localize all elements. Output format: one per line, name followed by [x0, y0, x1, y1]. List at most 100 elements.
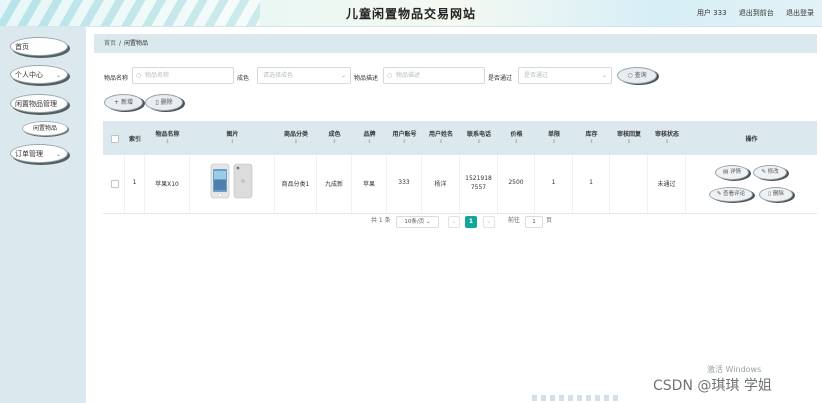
- col-header-limit[interactable]: 单限 ⇕: [535, 121, 573, 155]
- sidebar-item-label: 首页: [15, 43, 29, 51]
- logout-link[interactable]: 退出登录: [786, 9, 814, 17]
- col-header-brand[interactable]: 品牌 ⇕: [352, 121, 387, 155]
- sidebar-item-personal-center[interactable]: 个人中心 ⌄: [10, 65, 68, 84]
- sidebar-item-idle-goods-management[interactable]: 闲置物品管理: [10, 94, 68, 113]
- col-header-label: 用户账号: [392, 131, 417, 138]
- sidebar-item-label: 闲置物品管理: [15, 100, 57, 108]
- desc-filter-placeholder: 物品描述: [396, 72, 421, 79]
- cell-phone: 1521918 7557: [460, 155, 498, 213]
- row-delete-label: 删除: [772, 191, 784, 197]
- cell-stock: 1: [573, 155, 610, 213]
- next-page-button[interactable]: ›: [483, 216, 495, 228]
- col-header-username[interactable]: 用户姓名 ⇕: [422, 121, 460, 155]
- col-header-account[interactable]: 用户账号 ⇕: [387, 121, 422, 155]
- col-header-actions: 操作: [686, 121, 817, 155]
- col-header-label: 价格: [510, 131, 523, 138]
- breadcrumb-home[interactable]: 首页: [104, 40, 116, 47]
- col-header-image[interactable]: 图片 ⇕: [190, 121, 275, 155]
- col-header-name[interactable]: 物品名称 ⇕: [145, 121, 190, 155]
- plus-icon: +: [114, 99, 121, 106]
- prev-page-button[interactable]: ‹: [448, 216, 460, 228]
- desc-filter-label: 物品描述: [354, 75, 379, 82]
- col-header-label: 图片: [226, 131, 239, 138]
- cell-value: 商品分类1: [281, 181, 310, 188]
- cell-value: 333: [398, 179, 410, 186]
- sort-icon: ⇕: [332, 139, 337, 145]
- user-account-label: 用户 333: [696, 9, 727, 17]
- phone-line-2: 7557: [470, 184, 487, 191]
- condition-select-placeholder: 请选择成色: [263, 72, 294, 79]
- edit-button[interactable]: ✎ 修改: [753, 165, 787, 180]
- sidebar-item-label: 个人中心: [15, 71, 43, 79]
- chevron-down-icon: ⌄: [601, 72, 607, 79]
- col-header-condition[interactable]: 成色 ⇕: [317, 121, 352, 155]
- breadcrumb-separator: /: [119, 40, 122, 47]
- cell-category: 商品分类1: [275, 155, 317, 213]
- col-header-phone[interactable]: 联系电话 ⇕: [460, 121, 498, 155]
- col-header-label: 联系电话: [466, 131, 491, 138]
- sidebar-item-order-management[interactable]: 订单管理 ⌄: [10, 144, 68, 163]
- sort-icon: ⇕: [367, 139, 372, 145]
- csdn-watermark: CSDN @琪琪 学姐: [653, 378, 772, 394]
- sidebar-item-home[interactable]: 首页: [10, 37, 68, 56]
- row-checkbox[interactable]: [111, 180, 119, 188]
- condition-select[interactable]: 请选择成色 ⌄: [257, 67, 351, 84]
- cell-value: 杨洋: [434, 181, 447, 188]
- windows-activation-title: 激活 Windows: [707, 365, 762, 374]
- detail-button[interactable]: ▤ 详情: [715, 165, 749, 180]
- cell-account: 333: [387, 155, 422, 213]
- cell-value: 九成新: [324, 181, 343, 188]
- goto-page-input[interactable]: 1: [525, 216, 543, 228]
- col-header-price[interactable]: 价格 ⇕: [498, 121, 535, 155]
- cell-actions: ▤ 详情 ✎ 修改 ✎ 查看评论 ▯ 删除: [686, 155, 817, 213]
- search-icon: ○: [136, 72, 142, 79]
- col-header-label: 商品分类: [283, 131, 308, 138]
- cell-status: 未通过: [648, 155, 686, 213]
- table-row: 1 苹果X10 商品分类1 九成新 苹果 333 杨洋 1521918 7557…: [103, 155, 817, 214]
- sort-icon: ⇕: [551, 139, 557, 145]
- approved-select-placeholder: 是否通过: [524, 72, 549, 79]
- sidebar-subitem-idle-goods[interactable]: 闲置物品: [22, 121, 68, 136]
- product-image-phones[interactable]: [210, 162, 256, 200]
- page-number-1[interactable]: 1: [465, 216, 477, 228]
- cell-image: [190, 155, 275, 213]
- col-header-stock[interactable]: 库存 ⇕: [573, 121, 610, 155]
- chevron-down-icon: ⌄: [426, 219, 431, 225]
- name-filter-placeholder: 物品名称: [145, 72, 170, 79]
- search-button[interactable]: ○ 查询: [617, 67, 657, 84]
- select-all-checkbox[interactable]: [111, 135, 119, 143]
- row-select-cell: [103, 155, 125, 213]
- desc-filter-input[interactable]: ○ 物品描述: [383, 67, 485, 84]
- bulk-delete-button[interactable]: ▯ 删除: [145, 94, 183, 111]
- name-filter-input[interactable]: ○ 物品名称: [132, 67, 234, 84]
- view-comments-button[interactable]: ✎ 查看评论: [709, 187, 753, 202]
- approved-filter-label: 是否通过: [488, 75, 513, 82]
- cell-username: 杨洋: [422, 155, 460, 213]
- cell-index: 1: [125, 155, 145, 213]
- col-header-category[interactable]: 商品分类 ⇕: [275, 121, 317, 155]
- add-button[interactable]: + 新增: [104, 94, 143, 111]
- search-icon: ○: [627, 72, 635, 79]
- add-button-label: 新增: [120, 99, 133, 106]
- row-delete-button[interactable]: ▯ 删除: [759, 187, 793, 202]
- search-button-label: 查询: [634, 72, 647, 79]
- page-size-select[interactable]: 10条/页 ⌄: [396, 216, 439, 228]
- select-all-cell: [103, 121, 125, 155]
- sort-icon: ⇕: [230, 139, 235, 145]
- cell-value: 1: [132, 179, 137, 186]
- detail-button-label: 详情: [729, 169, 741, 175]
- sort-icon: ⇕: [626, 139, 632, 145]
- sort-icon: ⇕: [476, 139, 482, 145]
- col-header-label: 操作: [745, 136, 758, 143]
- col-header-index: 索引: [125, 121, 145, 155]
- search-icon: ○: [387, 72, 393, 79]
- col-header-status[interactable]: 审核状态 ⇕: [648, 121, 686, 155]
- sort-icon: ⇕: [589, 139, 594, 145]
- sort-icon: ⇕: [514, 139, 519, 145]
- col-header-label: 审核状态: [654, 131, 679, 138]
- back-to-front-link[interactable]: 退出到前台: [739, 9, 774, 17]
- col-header-reply[interactable]: 审核回复 ⇕: [610, 121, 648, 155]
- goto-suffix: 页: [546, 217, 553, 224]
- sort-icon: ⇕: [293, 139, 299, 145]
- approved-select[interactable]: 是否通过 ⌄: [518, 67, 612, 84]
